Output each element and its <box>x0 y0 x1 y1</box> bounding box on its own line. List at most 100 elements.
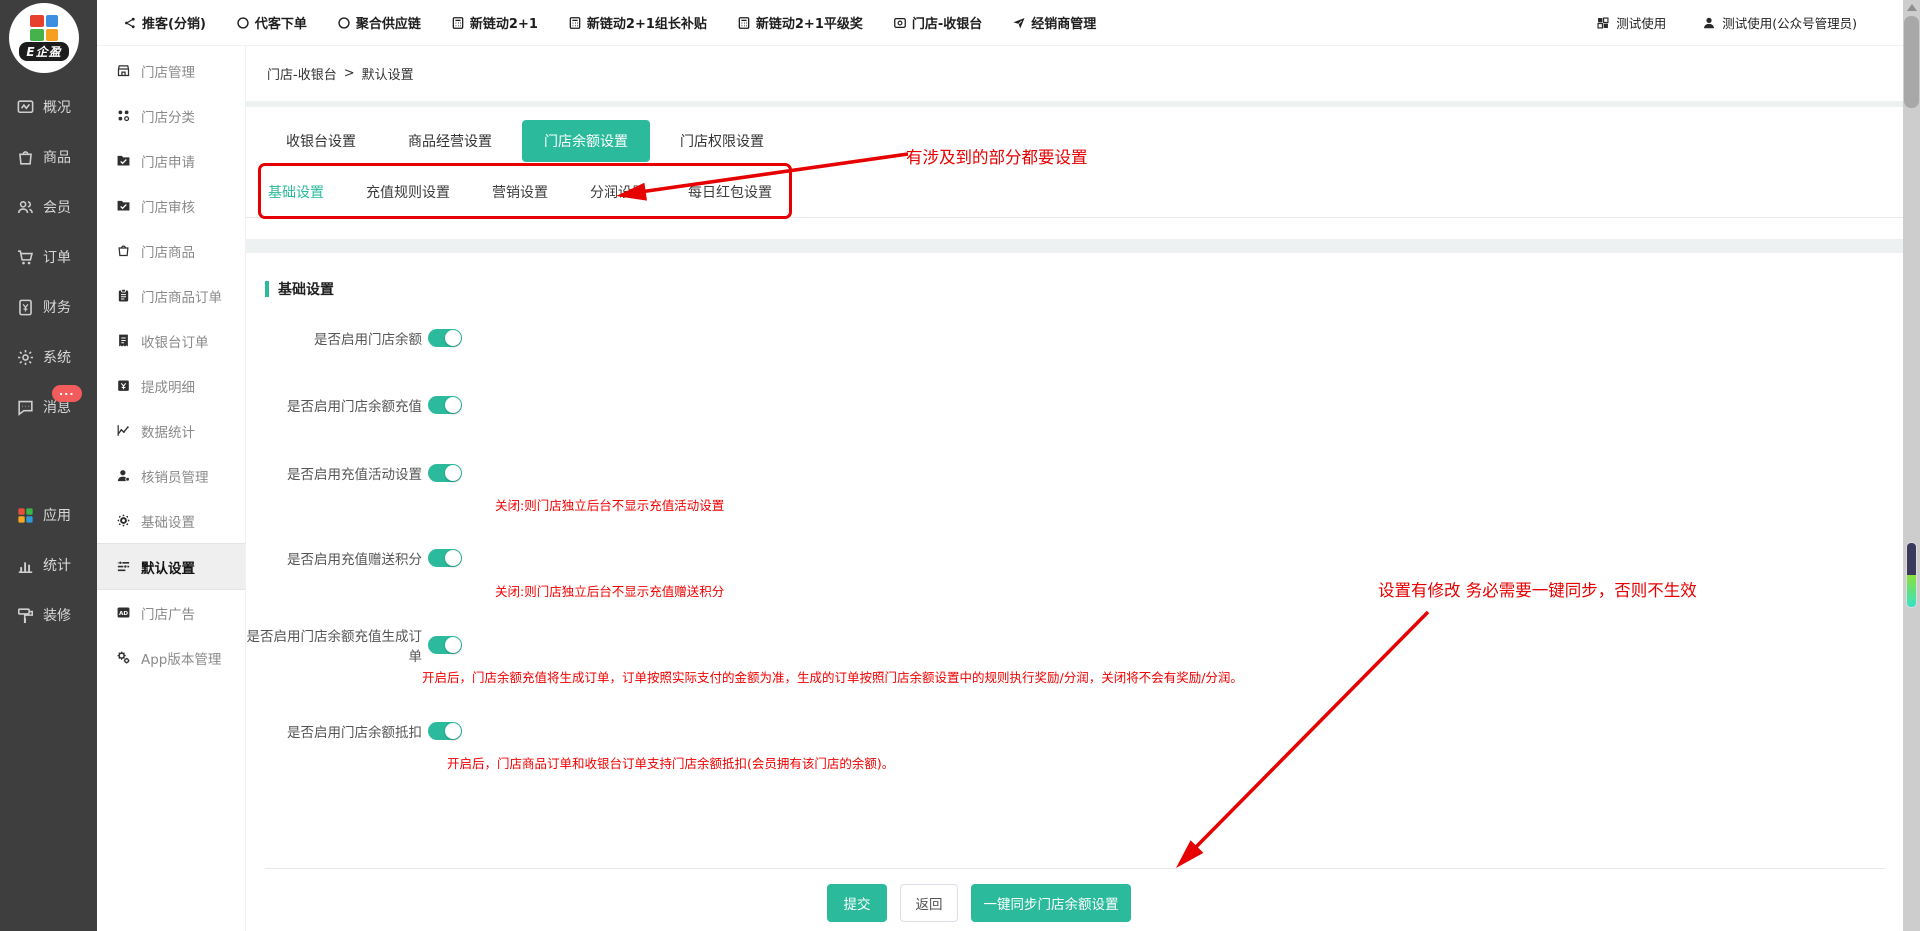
sidebar-item-finance[interactable]: 财务 <box>0 282 97 332</box>
subtab-recharge-rules[interactable]: 充值规则设置 <box>363 169 453 217</box>
menu-store-goods-order[interactable]: 门店商品订单 <box>97 273 245 318</box>
topnav-label: 新链动2+1 <box>470 13 538 32</box>
menu-store-ad[interactable]: AD 门店广告 <box>97 590 245 635</box>
sidebar-item-member[interactable]: 会员 <box>0 182 97 232</box>
topnav-label: 经销商管理 <box>1031 13 1096 32</box>
row-enable-balance-deduction: 是否启用门店余额抵扣 <box>245 721 462 741</box>
subtab-marketing[interactable]: 营销设置 <box>489 169 551 217</box>
topnav-label: 新链动2+1平级奖 <box>756 13 863 32</box>
topnav-liandong[interactable]: 新链动2+1 <box>451 13 538 32</box>
app-logo[interactable]: E企盈 <box>9 3 79 73</box>
row-enable-recharge-order: 是否启用门店余额充值生成订单 <box>245 635 462 655</box>
topnav-dealer[interactable]: 经销商管理 <box>1012 13 1096 32</box>
menu-store-apply[interactable]: 门店申请 <box>97 138 245 183</box>
breadcrumb-separator: > <box>344 66 355 81</box>
field-label: 是否启用门店余额 <box>245 328 422 348</box>
toggle-enable-balance-deduction[interactable] <box>428 722 462 740</box>
sidebar-item-fitment[interactable]: 装修 <box>0 590 97 640</box>
menu-commission-detail[interactable]: 提成明细 <box>97 363 245 408</box>
member-icon <box>16 198 35 217</box>
logo-text: E企盈 <box>19 42 68 61</box>
sub-tabs: 基础设置 充值规则设置 营销设置 分润设置 每日红包设置 <box>245 169 1903 218</box>
sidebar-item-label: 装修 <box>43 605 71 625</box>
circle-icon <box>236 16 250 30</box>
tab-store-balance-settings[interactable]: 门店余额设置 <box>522 120 650 162</box>
toggle-knob <box>445 330 461 346</box>
field-label: 是否启用充值活动设置 <box>245 463 422 483</box>
menu-label: 门店审核 <box>141 196 195 216</box>
toggle-knob <box>445 637 461 653</box>
menu-store-category[interactable]: 门店分类 <box>97 93 245 138</box>
tab-goods-operate-settings[interactable]: 商品经营设置 <box>386 120 514 162</box>
goods-icon <box>16 148 35 167</box>
gear-icon <box>116 513 131 528</box>
category-icon <box>116 108 131 123</box>
ad-icon: AD <box>116 605 131 620</box>
finance-icon <box>16 298 35 317</box>
subtab-daily-redpacket[interactable]: 每日红包设置 <box>685 169 775 217</box>
menu-store-manage[interactable]: 门店管理 <box>97 48 245 93</box>
svg-text:AD: AD <box>119 611 128 617</box>
user-icon <box>1702 16 1716 30</box>
section-title: 基础设置 <box>265 279 334 299</box>
sidebar-item-message[interactable]: 消息 ... <box>0 382 97 432</box>
topnav-store-cashier[interactable]: 门店-收银台 <box>893 13 982 32</box>
tab-cashier-settings[interactable]: 收银台设置 <box>264 120 378 162</box>
chart-icon <box>116 423 131 438</box>
user-icon <box>116 468 131 483</box>
tab-store-permission-settings[interactable]: 门店权限设置 <box>658 120 786 162</box>
subtab-profit-share[interactable]: 分润设置 <box>587 169 649 217</box>
subtab-basic-settings[interactable]: 基础设置 <box>265 169 327 217</box>
scrollbar-thumb[interactable] <box>1904 16 1919 108</box>
menu-verifier-manage[interactable]: 核销员管理 <box>97 453 245 498</box>
gears-icon <box>116 650 131 665</box>
toggle-enable-balance-recharge[interactable] <box>428 396 462 414</box>
system-icon <box>16 348 35 367</box>
menu-data-stats[interactable]: 数据统计 <box>97 408 245 453</box>
topnav-daike[interactable]: 代客下单 <box>236 13 307 32</box>
scrollbar-up-arrow-icon[interactable] <box>1907 4 1917 11</box>
topnav-supply-chain[interactable]: 聚合供应链 <box>337 13 421 32</box>
menu-default-settings[interactable]: 默认设置 <box>97 543 245 590</box>
sidebar-item-overview[interactable]: 概况 <box>0 82 97 132</box>
pos-icon <box>893 16 907 30</box>
sidebar-item-label: 概况 <box>43 97 71 117</box>
share-icon <box>123 16 137 30</box>
workspace-switcher[interactable]: 测试使用 <box>1596 13 1666 32</box>
menu-cashier-order[interactable]: 收银台订单 <box>97 318 245 363</box>
sidebar-item-goods[interactable]: 商品 <box>0 132 97 182</box>
note-balance-deduction: 开启后，门店商品订单和收银台订单支持门店余额抵扣(会员拥有该门店的余额)。 <box>447 753 894 772</box>
sync-store-balance-button[interactable]: 一键同步门店余额设置 <box>971 884 1131 922</box>
menu-store-audit[interactable]: 门店审核 <box>97 183 245 228</box>
toggle-enable-recharge-points[interactable] <box>428 549 462 567</box>
account-menu[interactable]: 测试使用(公众号管理员) <box>1702 13 1857 32</box>
toggle-knob <box>445 397 461 413</box>
menu-app-version[interactable]: App版本管理 <box>97 635 245 680</box>
top-navigation: 推客(分销) 代客下单 聚合供应链 新链动2+1 新链动2+1组长补贴 新链动2… <box>97 13 1096 32</box>
field-label: 是否启用门店余额抵扣 <box>245 721 422 741</box>
toggle-enable-recharge-order[interactable] <box>428 636 462 654</box>
menu-label: 默认设置 <box>141 557 195 577</box>
sidebar-item-order[interactable]: 订单 <box>0 232 97 282</box>
menu-label: 门店商品订单 <box>141 286 222 306</box>
submit-button[interactable]: 提交 <box>827 884 887 922</box>
menu-label: 门店商品 <box>141 241 195 261</box>
checklist-icon <box>116 559 131 574</box>
sidebar-item-stats[interactable]: 统计 <box>0 540 97 590</box>
note-recharge-points: 关闭:则门店独立后台不显示充值赠送积分 <box>495 581 724 600</box>
sidebar-item-app[interactable]: 应用 <box>0 490 97 540</box>
field-label: 是否启用充值赠送积分 <box>245 548 422 568</box>
menu-store-goods[interactable]: 门店商品 <box>97 228 245 273</box>
topnav-liandong-subsidy[interactable]: 新链动2+1组长补贴 <box>568 13 707 32</box>
main-content: 门店-收银台 > 默认设置 收银台设置 商品经营设置 门店余额设置 门店权限设置… <box>245 45 1903 931</box>
back-button[interactable]: 返回 <box>900 884 958 922</box>
topnav-liandong-award[interactable]: 新链动2+1平级奖 <box>737 13 863 32</box>
breadcrumb-parent[interactable]: 门店-收银台 <box>267 64 337 83</box>
sidebar-item-system[interactable]: 系统 <box>0 332 97 382</box>
toggle-enable-store-balance[interactable] <box>428 329 462 347</box>
menu-basic-settings[interactable]: 基础设置 <box>97 498 245 543</box>
row-enable-store-balance: 是否启用门店余额 <box>245 328 462 348</box>
page-scrollbar[interactable] <box>1903 0 1920 931</box>
topnav-tuike[interactable]: 推客(分销) <box>123 13 206 32</box>
toggle-enable-recharge-activity[interactable] <box>428 464 462 482</box>
